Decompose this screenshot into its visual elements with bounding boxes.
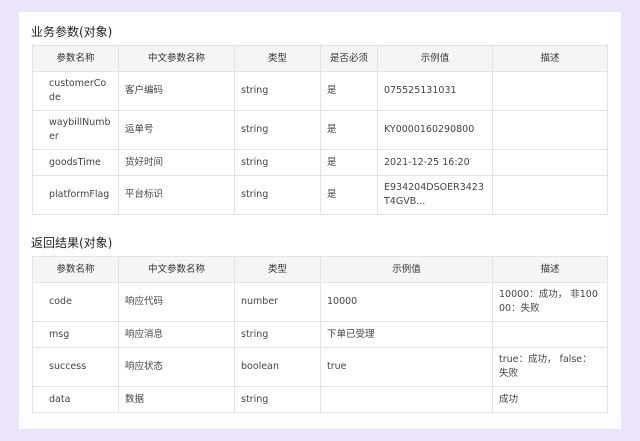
col-header-type: 类型: [234, 45, 321, 72]
col-header-cn-name: 中文参数名称: [118, 256, 235, 283]
table-header-row: 参数名称 中文参数名称 类型 示例值 描述: [32, 256, 608, 283]
cell-param-name: code: [32, 282, 119, 322]
section-title-business-params: 业务参数(对象): [31, 25, 113, 39]
cell-desc: [492, 175, 608, 215]
cell-example: 下单已受理: [320, 321, 493, 348]
col-header-required: 是否必须: [320, 45, 378, 72]
cell-example: 2021-12-25 16:20: [377, 149, 493, 176]
cell-type: string: [234, 71, 321, 111]
cell-cn-name: 响应状态: [118, 347, 235, 387]
cell-desc: [492, 110, 608, 150]
table-row: customerCode 客户编码 string 是 075525131031: [32, 71, 608, 111]
cell-example: [320, 386, 493, 413]
cell-param-name: data: [32, 386, 119, 413]
cell-example: 10000: [320, 282, 493, 322]
cell-desc: 10000：成功， 非10000：失败: [492, 282, 608, 322]
table-row: platformFlag 平台标识 string 是 E934204DSOER3…: [32, 175, 608, 215]
cell-type: boolean: [234, 347, 321, 387]
cell-desc: 成功: [492, 386, 608, 413]
col-header-desc: 描述: [492, 256, 608, 283]
section-title-return-result: 返回结果(对象): [31, 236, 113, 250]
cell-example: true: [320, 347, 493, 387]
cell-type: string: [234, 386, 321, 413]
cell-required: 是: [320, 71, 378, 111]
table-row: data 数据 string 成功: [32, 386, 608, 413]
api-doc-card: 业务参数(对象) 参数名称 中文参数名称 类型 是否必须 示例值 描述 cust…: [19, 12, 621, 429]
table-row: success 响应状态 boolean true true：成功， false…: [32, 347, 608, 387]
cell-desc: true：成功， false：失败: [492, 347, 608, 387]
table-row: msg 响应消息 string 下单已受理: [32, 321, 608, 348]
cell-param-name: success: [32, 347, 119, 387]
cell-param-name: customerCode: [32, 71, 119, 111]
col-header-example: 示例值: [320, 256, 493, 283]
cell-example: E934204DSOER3423T4GVB...: [377, 175, 493, 215]
cell-example: KY0000160290800: [377, 110, 493, 150]
col-header-desc: 描述: [492, 45, 608, 72]
table-row: waybillNumber 运单号 string 是 KY00001602908…: [32, 110, 608, 150]
cell-cn-name: 响应消息: [118, 321, 235, 348]
col-header-type: 类型: [234, 256, 321, 283]
cell-required: 是: [320, 110, 378, 150]
cell-cn-name: 货好时间: [118, 149, 235, 176]
cell-desc: [492, 71, 608, 111]
business-params-table: 参数名称 中文参数名称 类型 是否必须 示例值 描述 customerCode …: [32, 45, 608, 215]
cell-type: string: [234, 321, 321, 348]
cell-cn-name: 运单号: [118, 110, 235, 150]
cell-cn-name: 数据: [118, 386, 235, 413]
table-row: code 响应代码 number 10000 10000：成功， 非10000：…: [32, 282, 608, 322]
table-header-row: 参数名称 中文参数名称 类型 是否必须 示例值 描述: [32, 45, 608, 72]
col-header-cn-name: 中文参数名称: [118, 45, 235, 72]
cell-required: 是: [320, 149, 378, 176]
cell-type: string: [234, 110, 321, 150]
cell-param-name: goodsTime: [32, 149, 119, 176]
cell-param-name: msg: [32, 321, 119, 348]
cell-cn-name: 响应代码: [118, 282, 235, 322]
cell-type: string: [234, 175, 321, 215]
cell-param-name: platformFlag: [32, 175, 119, 215]
cell-desc: [492, 321, 608, 348]
cell-required: 是: [320, 175, 378, 215]
cell-cn-name: 客户编码: [118, 71, 235, 111]
col-header-example: 示例值: [377, 45, 493, 72]
cell-example: 075525131031: [377, 71, 493, 111]
col-header-param-name: 参数名称: [32, 45, 119, 72]
table-row: goodsTime 货好时间 string 是 2021-12-25 16:20: [32, 149, 608, 176]
cell-param-name: waybillNumber: [32, 110, 119, 150]
cell-type: number: [234, 282, 321, 322]
cell-cn-name: 平台标识: [118, 175, 235, 215]
return-result-table: 参数名称 中文参数名称 类型 示例值 描述 code 响应代码 number 1…: [32, 256, 608, 413]
cell-type: string: [234, 149, 321, 176]
col-header-param-name: 参数名称: [32, 256, 119, 283]
cell-desc: [492, 149, 608, 176]
